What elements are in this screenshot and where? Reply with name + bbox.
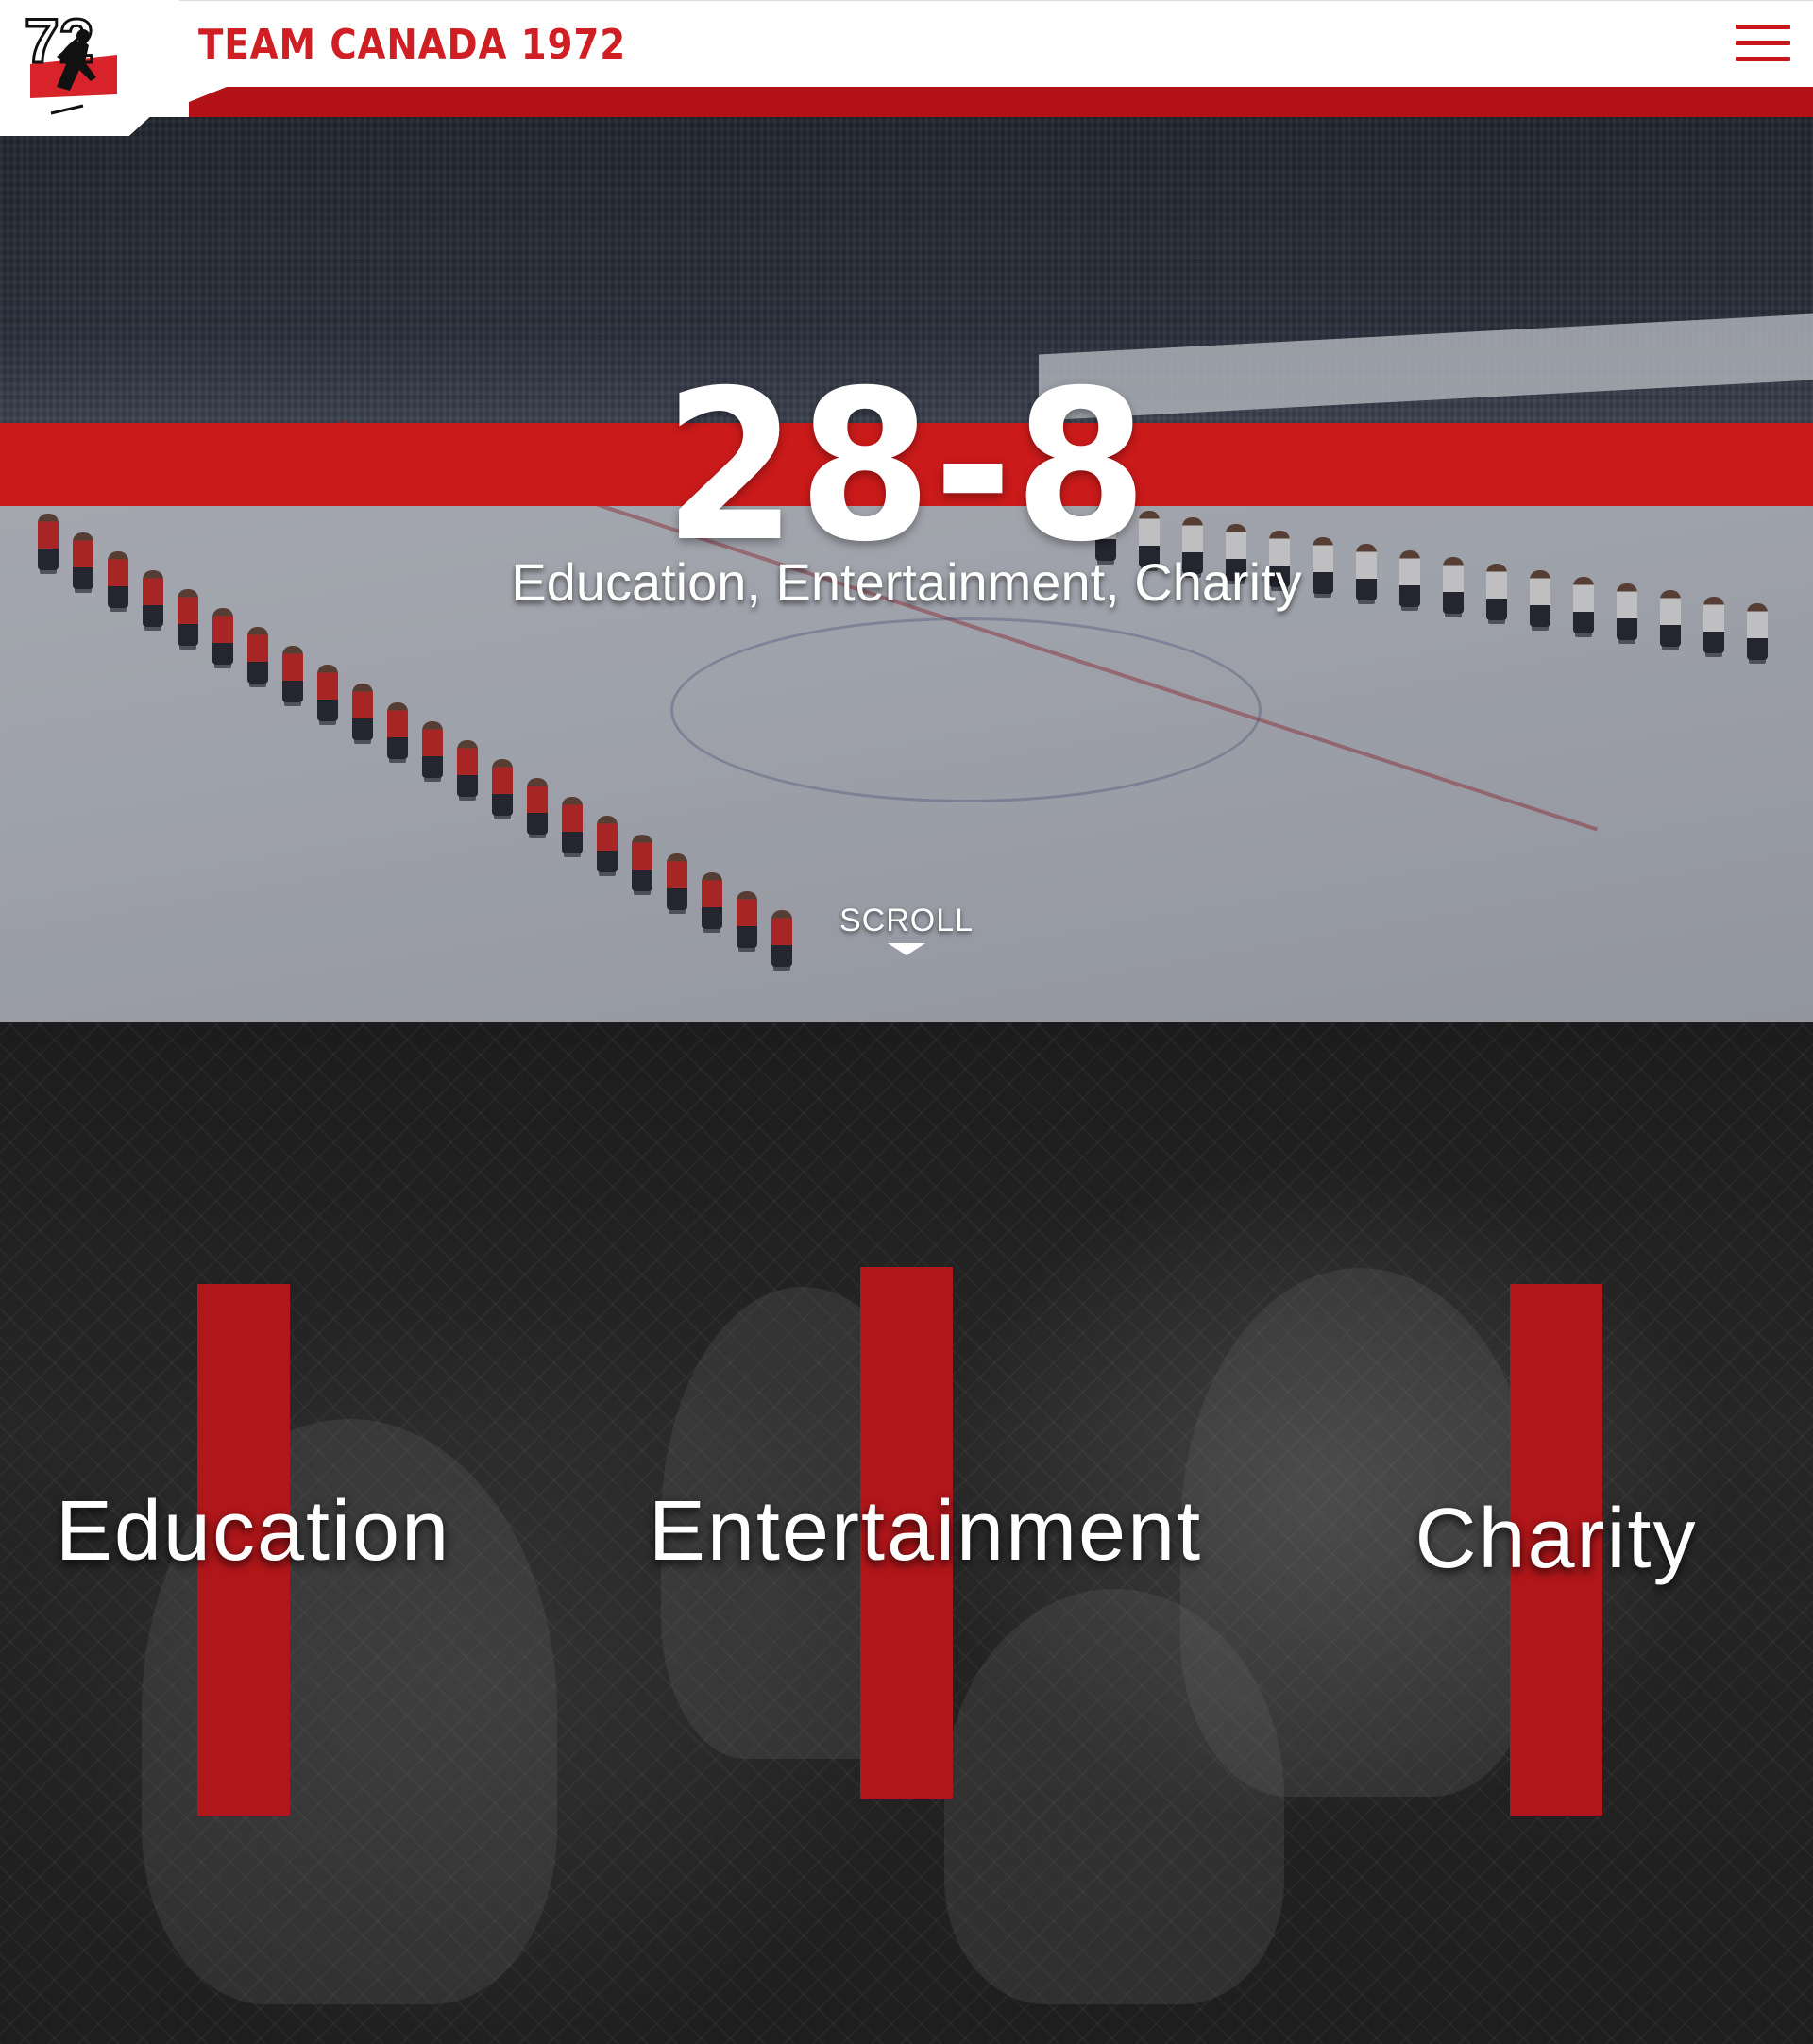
pillars-section: Education Entertainment Charity xyxy=(0,1021,1813,2044)
hero-subtitle: Education, Entertainment, Charity xyxy=(511,552,1302,612)
site-title[interactable]: TEAM CANADA 1972 xyxy=(198,21,626,69)
header-red-stripe xyxy=(189,87,1813,117)
logo-72-icon: 72 xyxy=(24,5,117,115)
pillar-link-entertainment[interactable]: Entertainment xyxy=(642,1483,1209,1580)
scroll-button[interactable]: SCROLL xyxy=(812,903,1001,955)
scroll-label: SCROLL xyxy=(839,903,974,938)
chevron-down-icon xyxy=(888,943,925,955)
pillar-link-charity[interactable]: Charity xyxy=(1396,1491,1717,1588)
pillars-background-player xyxy=(944,1589,1284,2004)
hero-section: 28-8 Education, Entertainment, Charity S… xyxy=(0,117,1813,1021)
hamburger-menu-button[interactable] xyxy=(1736,23,1790,64)
hamburger-line xyxy=(1736,41,1790,45)
team-canada-72-logo[interactable]: 72 xyxy=(23,5,136,119)
hamburger-line xyxy=(1736,25,1790,29)
hamburger-line xyxy=(1736,57,1790,61)
hero-score-heading: 28-8 xyxy=(664,346,1149,587)
pillar-link-education[interactable]: Education xyxy=(55,1483,451,1580)
